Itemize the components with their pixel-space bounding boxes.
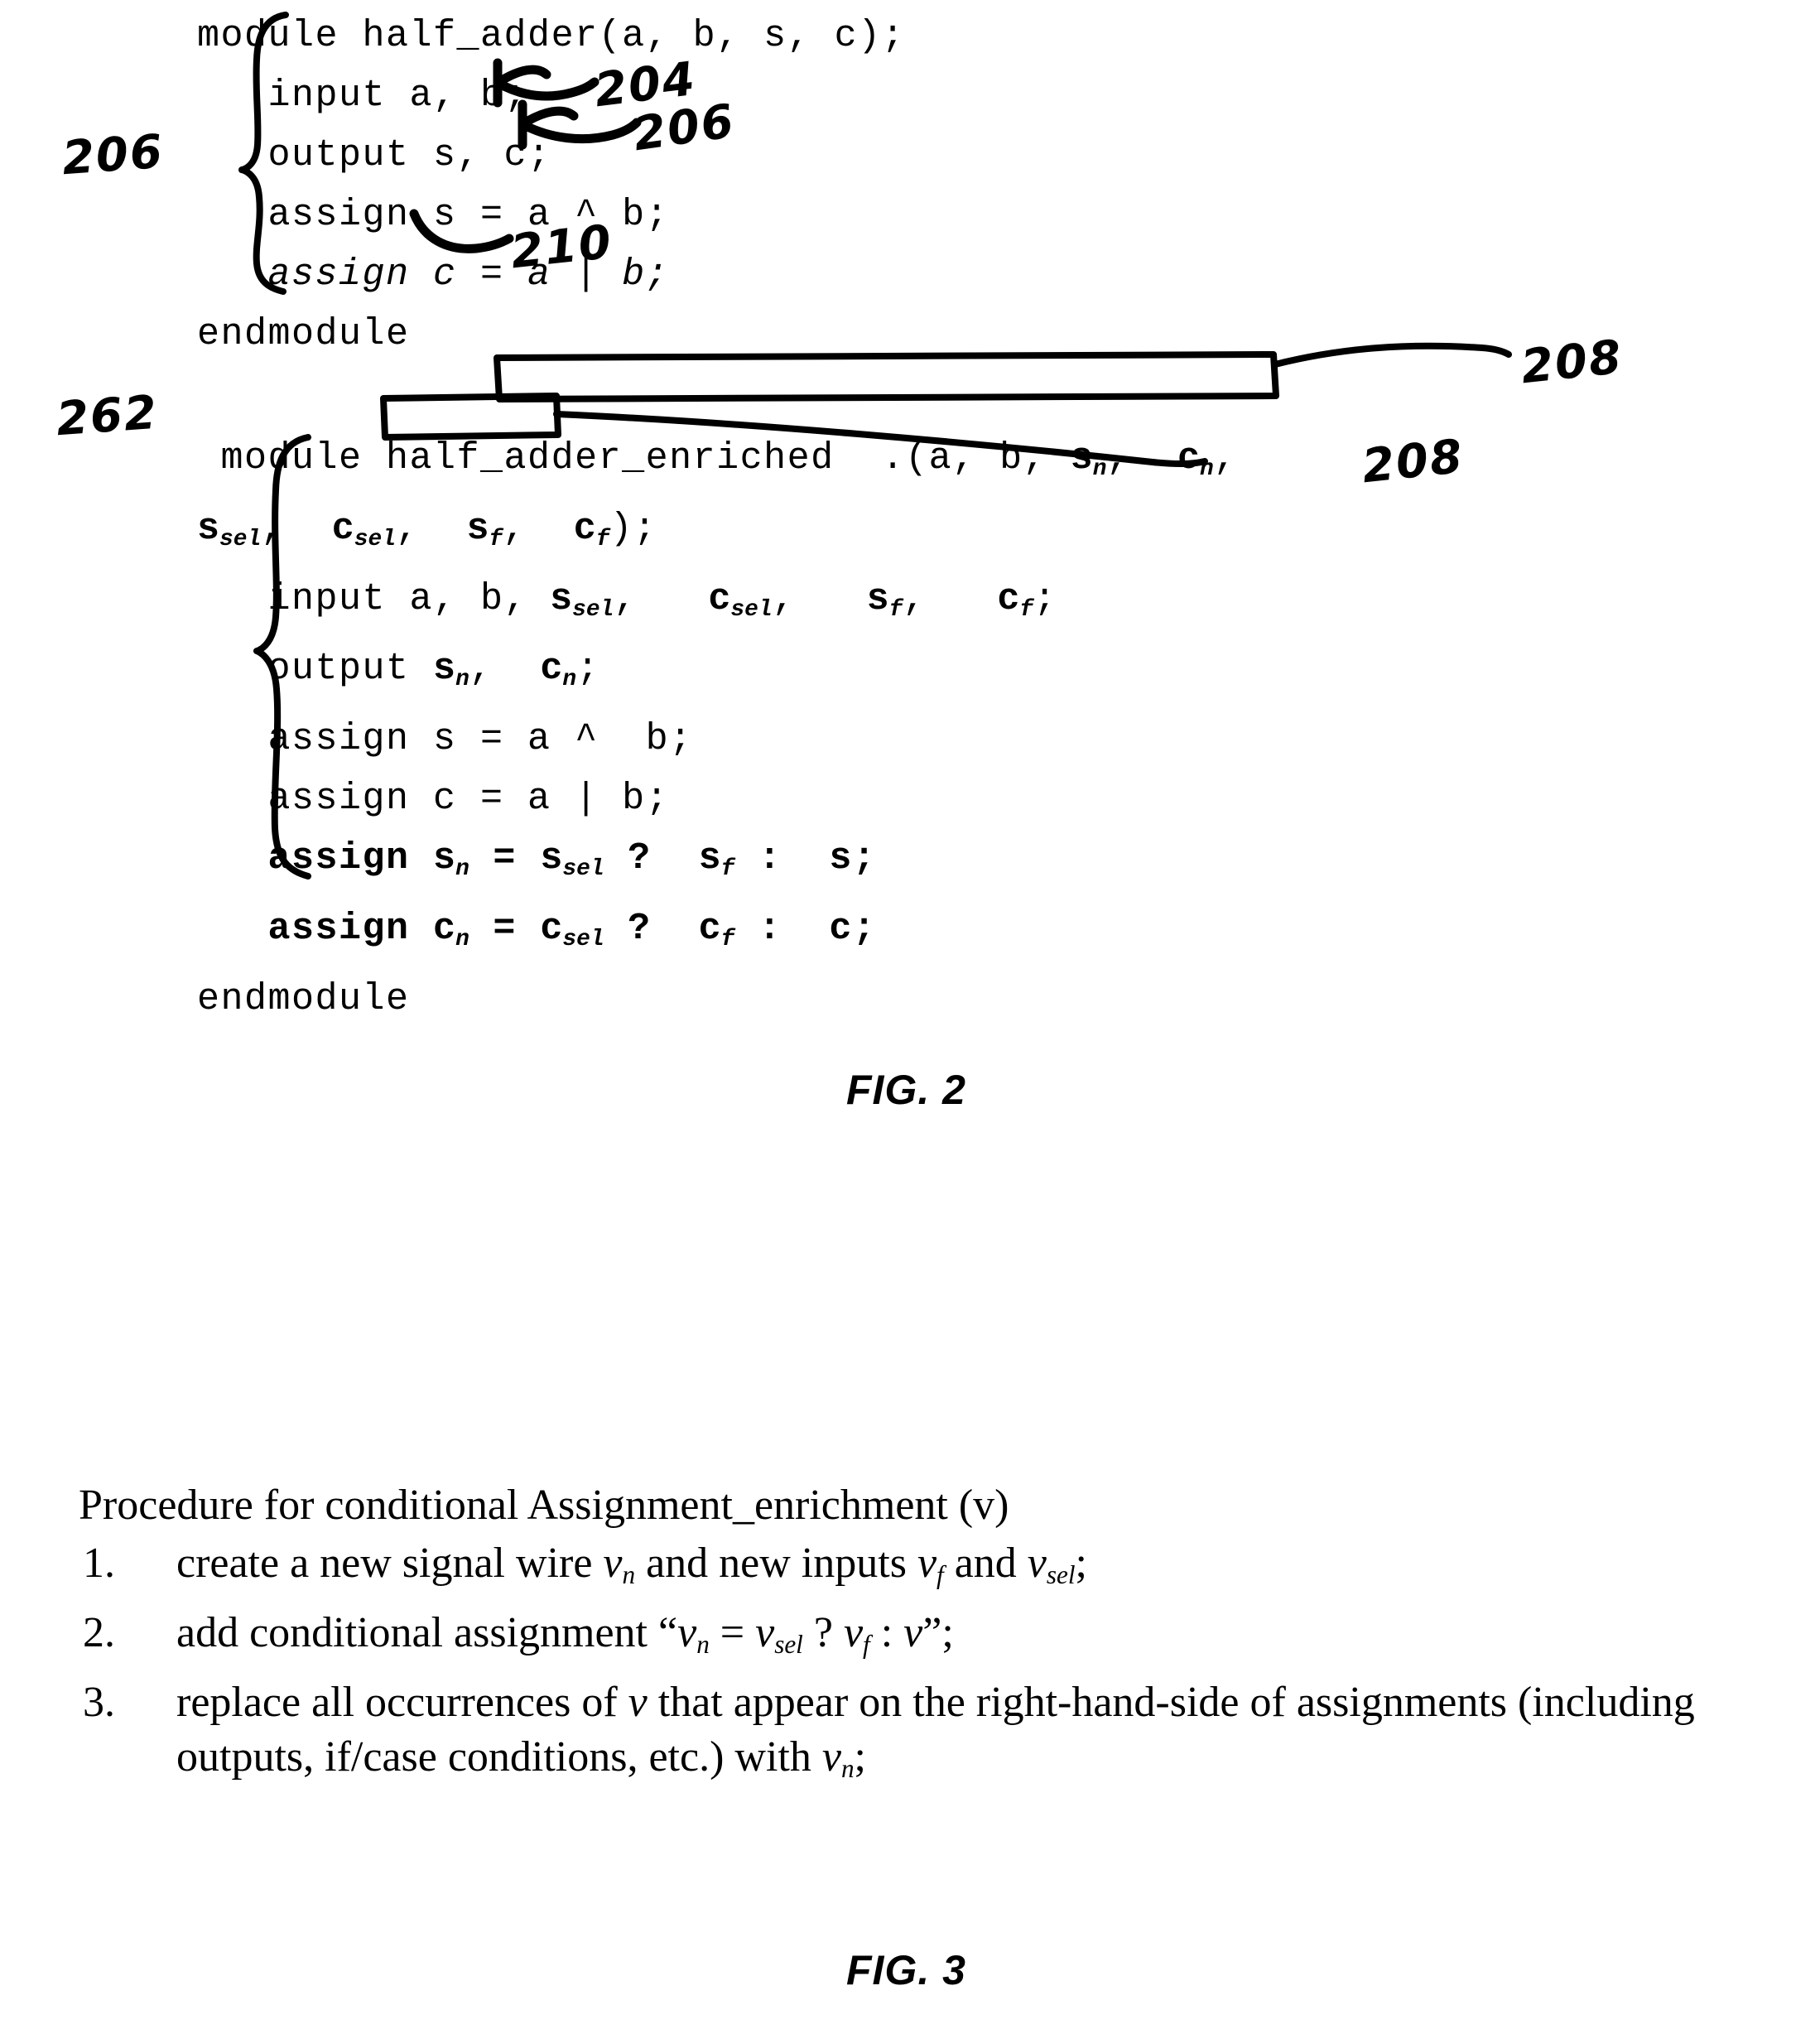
step-number: 2.	[83, 1608, 115, 1656]
step-text: replace all occurrences of v that appear…	[176, 1678, 1695, 1783]
ref-label-210: 210	[508, 214, 615, 280]
code-line-assign-s: assign s = a ^ b;	[197, 718, 693, 761]
figure-2-caption: FIG. 2	[846, 1067, 966, 1113]
procedure-step-1: 1. create a new signal wire vn and new i…	[79, 1536, 1743, 1602]
leader-input-to-208	[1272, 342, 1512, 368]
procedure-block: Procedure for conditional Assignment_enr…	[79, 1480, 1743, 1795]
code-line-input: input a, b, ssel, csel, sf, cf;	[197, 577, 1057, 623]
procedure-step-2: 2. add conditional assignment “vn = vsel…	[79, 1606, 1743, 1672]
code-line-module-decl: module half_adder_enriched .(a, b, sn, c…	[197, 437, 1238, 482]
figure-3-caption: FIG. 3	[846, 1947, 966, 1993]
code-line-output: output sn, cn;	[197, 648, 600, 693]
ref-label-208b: 208	[1359, 429, 1466, 494]
step-number: 1.	[83, 1540, 115, 1587]
ref-label-206: 206	[60, 124, 166, 186]
code-line: endmodule	[197, 313, 410, 355]
code-line: module half_adder(a, b, s, c); input a, …	[197, 15, 906, 236]
procedure-step-list: 1. create a new signal wire vn and new i…	[79, 1536, 1743, 1795]
code-line-endmodule: endmodule	[197, 977, 410, 1020]
step-text: create a new signal wire vn and new inpu…	[176, 1540, 1087, 1589]
code-block-half-adder-enriched: module half_adder_enriched .(a, b, sn, c…	[197, 429, 1237, 1029]
procedure-title: Procedure for conditional Assignment_enr…	[79, 1482, 1009, 1529]
code-block-half-adder: module half_adder(a, b, s, c); input a, …	[197, 7, 905, 364]
ref-label-208a: 208	[1518, 330, 1625, 395]
step-text: add conditional assignment “vn = vsel ? …	[176, 1608, 954, 1659]
step-number: 3.	[83, 1678, 115, 1726]
code-line-assign-cn: assign cn = csel ? cf : c;	[197, 907, 877, 952]
code-line-assign-sn: assign sn = ssel ? sf : s;	[197, 837, 877, 882]
procedure-step-3: 3. replace all occurrences of v that app…	[79, 1675, 1743, 1796]
ref-label-262: 262	[54, 385, 161, 447]
code-line-assign-c: assign c = a | b;	[197, 778, 670, 821]
code-line-port-list: ssel, csel, sf, cf);	[197, 507, 657, 552]
